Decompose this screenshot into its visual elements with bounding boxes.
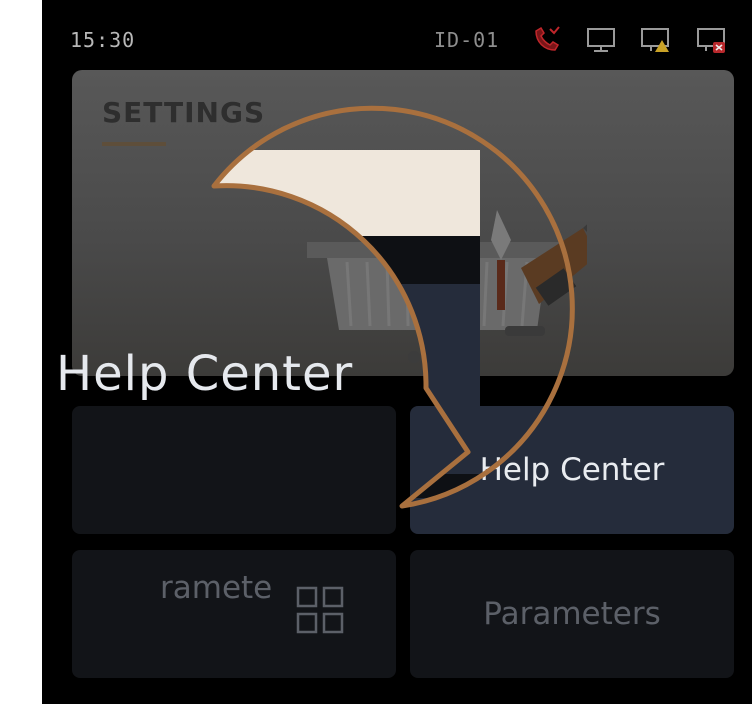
monitor-warning-icon	[641, 28, 669, 52]
monitor-icon	[587, 28, 615, 52]
toolbox-illustration	[307, 154, 587, 336]
clock: 15:30	[70, 28, 136, 52]
monitor-error-icon	[697, 28, 725, 53]
magnified-help-center-label: Help Center	[56, 346, 354, 402]
left-bottom-partial-label: ramete	[160, 570, 273, 606]
status-bar: 15:30 ID-01	[42, 0, 752, 70]
left-bottom-tile[interactable]: ramete	[72, 550, 396, 678]
parameters-label: Parameters	[483, 596, 661, 632]
help-center-tile[interactable]: Help Center	[410, 406, 734, 534]
missed-call-icon	[535, 26, 560, 51]
parameters-tile[interactable]: Parameters	[410, 550, 734, 678]
help-center-label: Help Center	[479, 452, 665, 488]
grid-icon	[296, 586, 344, 634]
page-indicator-1[interactable]	[408, 351, 420, 363]
device-id: ID-01	[434, 28, 500, 52]
title-underline	[102, 142, 166, 146]
settings-banner[interactable]: SETTINGS	[72, 70, 734, 376]
left-top-tile[interactable]	[72, 406, 396, 534]
banner-title: SETTINGS	[102, 96, 266, 129]
page-indicator-2[interactable]	[438, 351, 450, 363]
